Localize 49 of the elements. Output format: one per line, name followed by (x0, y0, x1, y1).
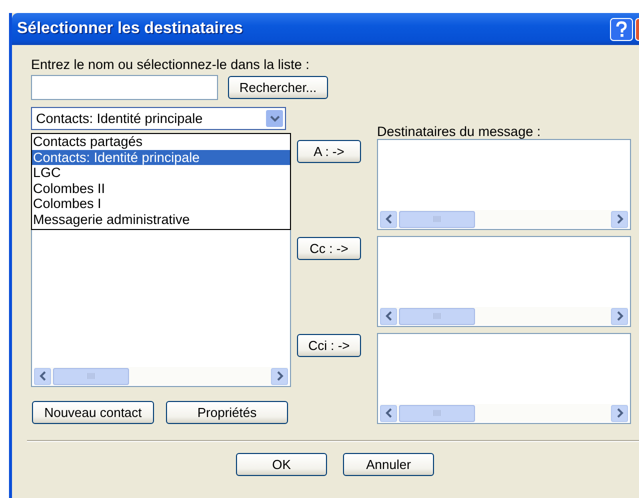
scrollbar-thumb[interactable] (399, 404, 475, 422)
scroll-left-button[interactable] (380, 404, 397, 422)
scroll-left-button[interactable] (380, 308, 397, 324)
scrollbar-thumb[interactable] (53, 368, 129, 384)
chevron-right-icon (616, 214, 624, 224)
scrollbar[interactable] (380, 404, 628, 422)
contact-list[interactable]: Contacts partagés Contacts: Identité principale LGC Colombes II Colombes I Messagerie administrative (31, 133, 291, 387)
scrollbar-thumb[interactable] (399, 210, 475, 228)
ok-button[interactable]: OK (236, 453, 327, 476)
scroll-left-button[interactable] (380, 210, 397, 228)
add-recipient-button[interactable]: Cci : -> (297, 334, 361, 357)
search-field[interactable] (31, 75, 218, 100)
help-icon (610, 18, 633, 40)
properties-button[interactable]: Propriétés (166, 401, 288, 424)
chevron-left-icon (384, 408, 392, 418)
search-button[interactable]: Rechercher... (228, 76, 328, 99)
dropdown-option[interactable]: Contacts: Identité principale (32, 150, 290, 165)
dropdown-option[interactable]: Colombes I (32, 196, 290, 212)
new-contact-button[interactable]: Nouveau contact (32, 401, 154, 424)
scroll-right-button[interactable] (611, 308, 628, 324)
scroll-right-button[interactable] (271, 368, 288, 384)
dropdown-option[interactable]: LGC (32, 165, 290, 180)
scroll-right-button[interactable] (611, 404, 628, 422)
dropdown-option[interactable]: Messagerie administrative (32, 212, 290, 227)
scroll-right-button[interactable] (611, 210, 628, 228)
chevron-left-icon (384, 311, 392, 321)
dropdown-option[interactable]: Contacts partagés (32, 134, 290, 150)
scrollbar[interactable] (380, 210, 628, 228)
chevron-down-icon (270, 114, 280, 122)
add-recipient-button[interactable]: A : -> (297, 140, 361, 163)
chevron-left-icon (38, 371, 46, 381)
dropdown-option[interactable]: Colombes II (32, 180, 290, 196)
chevron-left-icon (384, 214, 392, 224)
search-label: Entrez le nom ou sélectionnez-le dans la liste : (31, 58, 310, 72)
recipient-list[interactable] (377, 333, 631, 424)
scrollbar-thumb[interactable] (399, 308, 475, 324)
chevron-right-icon (616, 311, 624, 321)
recipient-list[interactable] (377, 236, 631, 327)
chevron-right-icon (276, 371, 284, 381)
chevron-right-icon (616, 408, 624, 418)
scroll-left-button[interactable] (34, 368, 51, 384)
address-book-dropdown[interactable]: Contacts: Identité principale (31, 107, 286, 130)
add-recipient-button[interactable]: Cc : -> (297, 237, 361, 260)
cancel-button[interactable]: Annuler (343, 453, 434, 476)
recipients-label: Destinataires du message : (376, 123, 542, 139)
scrollbar[interactable] (380, 307, 628, 325)
scrollbar[interactable] (34, 367, 288, 385)
recipient-list[interactable] (377, 139, 631, 230)
window-title: Sélectionner les destinataires (17, 20, 243, 38)
